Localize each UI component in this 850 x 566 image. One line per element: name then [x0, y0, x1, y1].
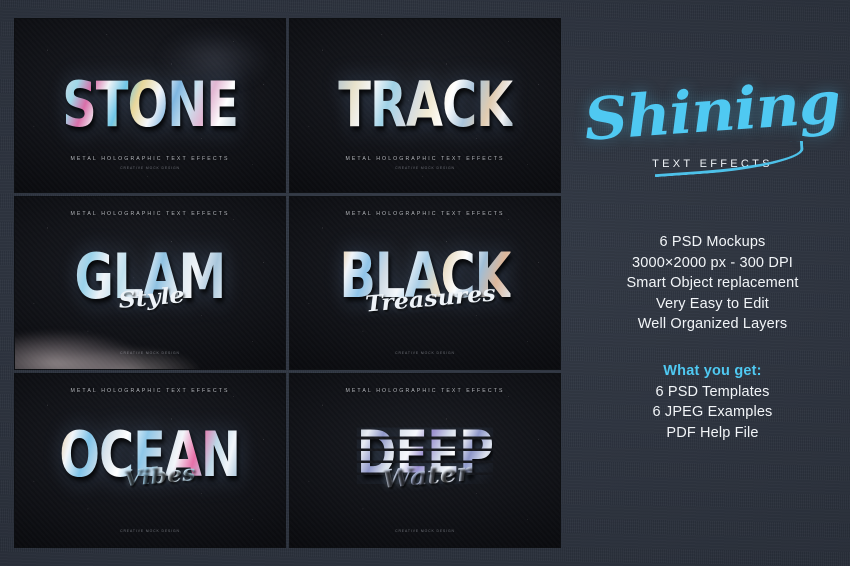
deliverables-list: 6 PSD Templates 6 JPEG Examples PDF Help… — [653, 382, 773, 444]
brand-script-name: Shining — [582, 68, 843, 154]
mockup-tile-black[interactable]: METAL HOLOGRAPHIC TEXT EFFECTS BLACK Tre… — [290, 196, 560, 370]
mockup-grid: STONE METAL HOLOGRAPHIC TEXT EFFECTS CRE… — [15, 19, 560, 547]
presentation-canvas: STONE METAL HOLOGRAPHIC TEXT EFFECTS CRE… — [0, 0, 850, 566]
mockup-tile-glam[interactable]: METAL HOLOGRAPHIC TEXT EFFECTS GLAM Styl… — [15, 196, 285, 370]
deliverable-item: PDF Help File — [666, 424, 759, 441]
brand-logo: Shining TEXT EFFECTS — [583, 68, 842, 178]
mockup-word-track: TRACK — [338, 68, 513, 142]
feature-item: Very Easy to Edit — [656, 295, 769, 312]
feature-list: 6 PSD Mockups 3000×2000 px - 300 DPI Sma… — [626, 232, 798, 335]
feature-item: 3000×2000 px - 300 DPI — [632, 254, 793, 271]
mockup-tile-track[interactable]: TRACK METAL HOLOGRAPHIC TEXT EFFECTS CRE… — [290, 19, 560, 192]
mockup-word-stone: STONE — [62, 68, 239, 142]
mockup-script-glam: Style — [117, 281, 187, 314]
feature-item: Well Organized Layers — [637, 316, 788, 332]
info-panel: Shining TEXT EFFECTS 6 PSD Mockups 3000×… — [575, 0, 850, 566]
deliverable-item: 6 JPEG Examples — [652, 404, 773, 420]
feature-item: 6 PSD Mockups — [659, 234, 766, 250]
what-you-get-section: What you get: 6 PSD Templates 6 JPEG Exa… — [653, 361, 773, 444]
mockup-tile-stone[interactable]: STONE METAL HOLOGRAPHIC TEXT EFFECTS CRE… — [15, 19, 285, 192]
deliverable-item: 6 PSD Templates — [655, 383, 770, 400]
feature-item: Smart Object replacement — [626, 275, 799, 291]
mockup-tile-ocean[interactable]: METAL HOLOGRAPHIC TEXT EFFECTS OCEAN Vib… — [15, 374, 285, 547]
brand-subtitle: TEXT EFFECTS — [652, 158, 773, 170]
mockup-tile-deep[interactable]: METAL HOLOGRAPHIC TEXT EFFECTS DEEP Wate… — [290, 374, 560, 547]
what-you-get-title: What you get: — [663, 362, 762, 379]
